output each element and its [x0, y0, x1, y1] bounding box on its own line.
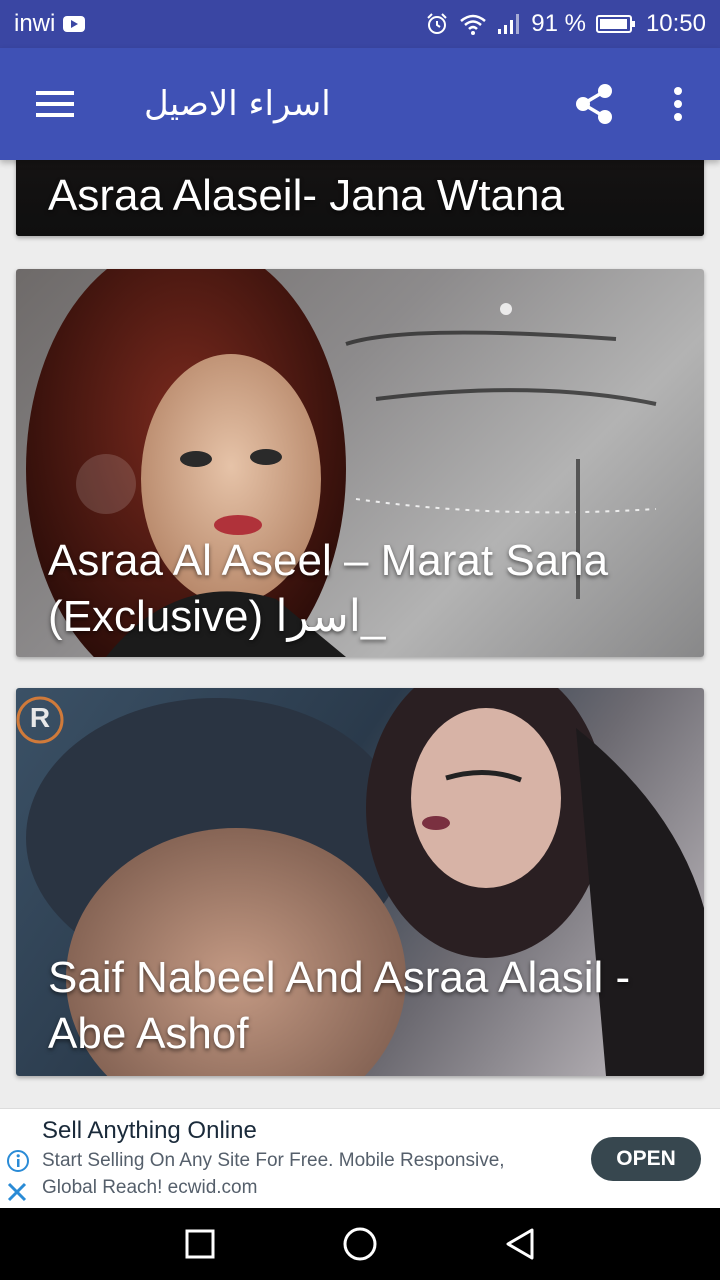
- back-icon: [506, 1228, 534, 1260]
- clock: 10:50: [645, 10, 706, 37]
- signal-icon: [497, 13, 521, 35]
- recents-button[interactable]: [168, 1212, 232, 1276]
- battery-percent: 91 %: [531, 10, 586, 37]
- channel-badge: R: [29, 702, 51, 733]
- video-list[interactable]: Asraa Alaseil- Jana Wtana Asraa Al Aseel…: [0, 160, 720, 1090]
- menu-button[interactable]: [0, 48, 112, 160]
- more-vert-icon: [674, 87, 682, 121]
- back-button[interactable]: [488, 1212, 552, 1276]
- recents-icon: [185, 1229, 215, 1259]
- ad-title: Sell Anything Online: [42, 1117, 257, 1144]
- info-icon[interactable]: [6, 1149, 30, 1178]
- video-title: Saif Nabeel And Asraa Alasil - Abe Ashof: [48, 953, 631, 1058]
- more-options-button[interactable]: [636, 48, 720, 160]
- status-bar: inwi 91 % 10:50: [0, 0, 720, 48]
- battery-icon: [595, 14, 636, 34]
- alarm-icon: [425, 12, 449, 36]
- home-icon: [343, 1227, 377, 1261]
- carrier-label: inwi: [14, 10, 56, 37]
- navigation-bar: [0, 1208, 720, 1280]
- menu-icon: [36, 91, 74, 117]
- status-right: 91 % 10:50: [425, 10, 706, 38]
- video-title: Asraa Alaseil- Jana Wtana: [48, 171, 565, 220]
- share-icon: [576, 84, 612, 124]
- video-title: Asraa Al Aseel – Marat Sana (Exclusive) …: [48, 536, 609, 641]
- app-bar: اسراء الاصيل: [0, 48, 720, 160]
- video-card[interactable]: Asraa Alaseil- Jana Wtana: [16, 160, 704, 236]
- status-left: inwi: [14, 10, 86, 38]
- ad-open-button[interactable]: OPEN: [591, 1137, 701, 1181]
- share-button[interactable]: [552, 48, 636, 160]
- video-card[interactable]: R Saif Nabeel And Asraa Alasil - Abe Ash…: [16, 688, 704, 1076]
- home-button[interactable]: [328, 1212, 392, 1276]
- app-title: اسراء الاصيل: [144, 84, 331, 124]
- ad-banner[interactable]: Sell Anything Online Start Selling On An…: [0, 1108, 720, 1208]
- video-card[interactable]: Asraa Al Aseel – Marat Sana (Exclusive) …: [16, 269, 704, 657]
- close-icon[interactable]: [6, 1181, 28, 1208]
- youtube-icon: [63, 16, 86, 32]
- wifi-icon: [459, 12, 487, 36]
- ad-description: Start Selling On Any Site For Free. Mobi…: [42, 1150, 505, 1198]
